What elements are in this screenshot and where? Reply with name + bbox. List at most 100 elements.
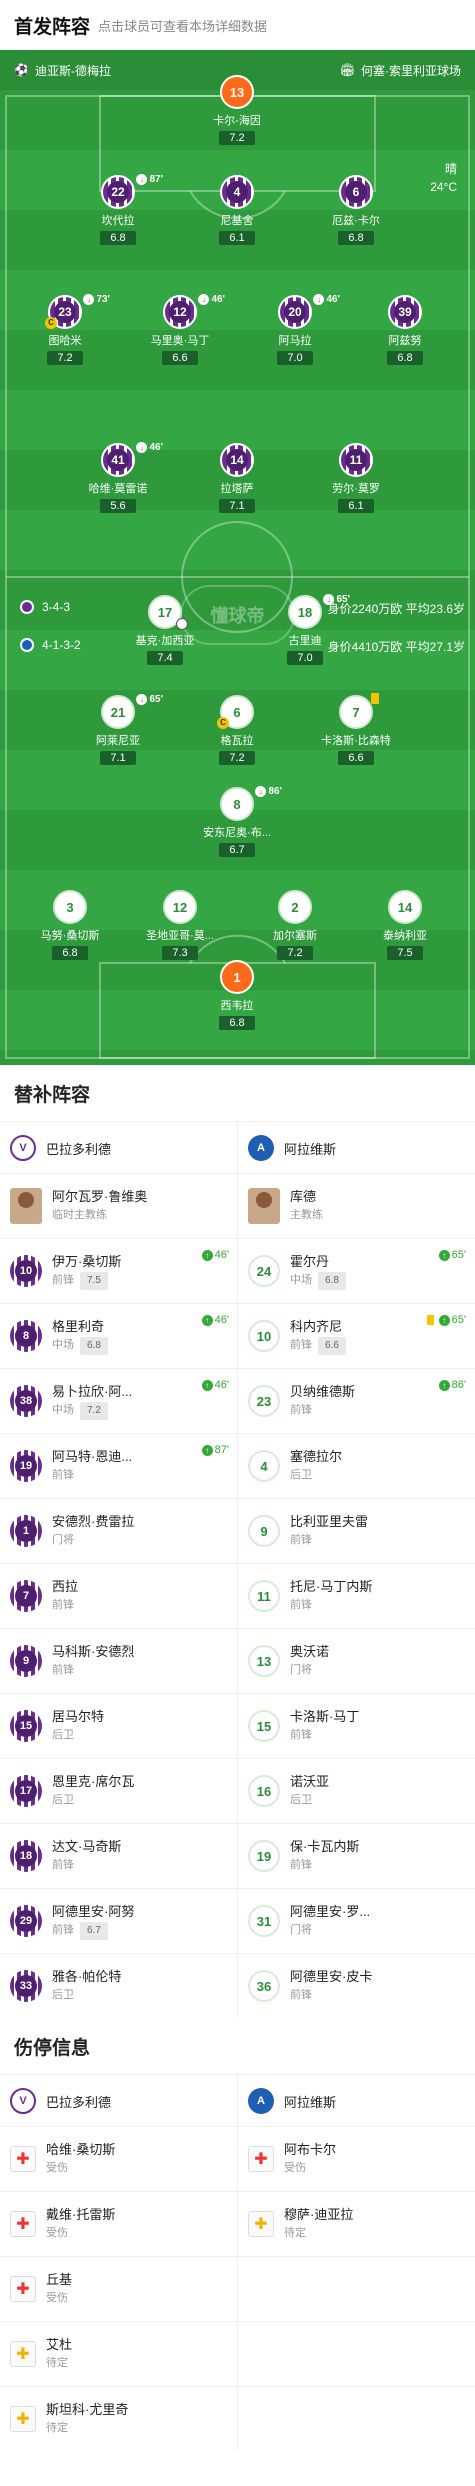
injured-player[interactable]: ✚ 丘基 受伤	[0, 2257, 237, 2321]
sub-player[interactable]: 19 保·卡瓦内斯 前锋	[237, 1824, 474, 1888]
player-name: 阿德里安·皮卡	[290, 1969, 373, 1984]
away-team-header[interactable]: A 阿拉维斯	[237, 1122, 474, 1174]
player-number: 1	[233, 969, 241, 985]
jersey-icon: 7	[339, 693, 379, 729]
player-number: 33	[15, 1975, 37, 1997]
injured-player[interactable]: ✚ 戴维·托雷斯 受伤	[0, 2192, 237, 2256]
jersey-icon: 19	[10, 1450, 42, 1482]
player-home[interactable]: 12 ↓ 46' 马里奥·马丁 6.6	[125, 294, 235, 366]
jersey-icon: 38	[10, 1385, 42, 1417]
jersey-icon: 2	[278, 890, 312, 924]
sub-player[interactable]: 10 伊万·桑切斯 前锋 7.5 ↑ 46'	[0, 1239, 237, 1303]
player-name: 哈维·莫雷诺	[88, 483, 148, 495]
sub-player[interactable]: 1 安德烈·费雷拉 门将	[0, 1499, 237, 1563]
player-away[interactable]: 18 ↓ 65' 古里迪 7.0	[250, 594, 360, 666]
sub-player[interactable]: 18 达文·马奇斯 前锋	[0, 1824, 237, 1888]
sub-off-icon: ↓	[255, 786, 267, 797]
sub-player[interactable]: 9 比利亚里夫雷 前锋	[237, 1499, 474, 1563]
player-home[interactable]: 39 阿兹努 6.8	[350, 295, 460, 366]
valladolid-badge-icon: V	[10, 1135, 36, 1161]
player-away[interactable]: 2 加尔塞斯 7.2	[240, 890, 350, 961]
player-away[interactable]: 6 C 格瓦拉 7.2	[182, 695, 292, 766]
sub-player[interactable]: 15 居马尔特 后卫	[0, 1694, 237, 1758]
sub-player[interactable]: 33 雅各·帕伦特 后卫	[0, 1954, 237, 2018]
player-away[interactable]: 17 基克·加西亚 7.4	[110, 595, 220, 666]
injured-player[interactable]: ✚ 艾杜 待定	[0, 2322, 237, 2386]
sub-player[interactable]: 36 阿德里安·皮卡 前锋	[237, 1954, 474, 2018]
sub-player[interactable]: 11 托尼·马丁内斯 前锋	[237, 1564, 474, 1628]
player-name: 马科斯·安德烈	[52, 1644, 135, 1659]
sub-player[interactable]: 10 科内齐尼 前锋 6.6 ↑ 65'	[237, 1304, 474, 1368]
sub-player[interactable]: 13 奥沃诺 门将	[237, 1629, 474, 1693]
player-position: 门将	[52, 1534, 74, 1546]
player-name: 马里奥·马丁	[150, 335, 210, 347]
jersey-icon: 9	[10, 1645, 42, 1677]
jersey-icon: 11	[248, 1580, 280, 1612]
injury-cross-icon: ✚	[10, 2211, 36, 2237]
sub-player-info: 托尼·马丁内斯 前锋	[290, 1578, 372, 1614]
injury-cross-icon: ✚	[248, 2146, 274, 2172]
injured-player[interactable]: ✚ 哈维·桑切斯 受伤	[0, 2127, 237, 2191]
sub-player[interactable]: 16 诺沃亚 后卫	[237, 1759, 474, 1823]
player-home[interactable]: 11 劳尔·莫罗 6.1	[301, 443, 411, 514]
player-home[interactable]: 4 尼基舍 6.1	[182, 175, 292, 246]
alaves-badge-icon: A	[248, 1135, 274, 1161]
sub-on-icon: ↑	[201, 1314, 213, 1326]
sub-player[interactable]: 23 贝纳维德斯 前锋 ↑ 86'	[237, 1369, 474, 1433]
sub-player[interactable]: 4 塞德拉尔 后卫	[237, 1434, 474, 1498]
subs-row: 33 雅各·帕伦特 后卫 36 阿德里安·皮卡 前锋	[0, 1953, 475, 2018]
player-home[interactable]: 41 ↓ 46' 哈维·莫雷诺 5.6	[63, 442, 173, 514]
away-team-header[interactable]: A 阿拉维斯	[237, 2075, 474, 2127]
player-home[interactable]: 23 ↓ 73' C 图哈米 7.2	[10, 294, 120, 366]
yellow-card-icon	[371, 693, 379, 704]
player-position: 后卫	[52, 1794, 74, 1806]
away-coach[interactable]: 库德 主教练	[237, 1174, 474, 1238]
sub-player-info: 诺沃亚 后卫	[290, 1773, 329, 1809]
player-name: 保·卡瓦内斯	[290, 1839, 360, 1854]
player-number: 8	[15, 1325, 37, 1347]
player-away[interactable]: 1 西韦拉 6.8	[182, 960, 292, 1031]
player-position: 中场 6.8	[52, 1336, 108, 1355]
lineup-title: 首发阵容	[14, 16, 91, 38]
injured-player[interactable]: ✚ 斯坦科·尤里奇 待定	[0, 2387, 237, 2451]
player-position: 后卫	[52, 1989, 74, 2001]
sub-minute: 73'	[96, 294, 110, 305]
home-coach-label: ⚽ 迪亚斯-德梅拉	[14, 63, 111, 78]
player-away[interactable]: 14 泰纳利亚 7.5	[350, 890, 460, 961]
player-home[interactable]: 14 拉塔萨 7.1	[182, 443, 292, 514]
player-away[interactable]: 3 马努·桑切斯 6.8	[15, 890, 125, 961]
player-home[interactable]: 6 厄兹·卡尔 6.8	[301, 175, 411, 246]
sub-player[interactable]: 7 西拉 前锋	[0, 1564, 237, 1628]
jersey-icon: 18 ↓ 65'	[288, 594, 350, 629]
player-home[interactable]: 22 ↓ 87' 坎代拉 6.8	[63, 174, 173, 246]
sub-player[interactable]: 19 阿马特·恩迪... 前锋 ↑ 87'	[0, 1434, 237, 1498]
injured-player[interactable]: ✚ 穆萨·迪亚拉 待定	[237, 2192, 474, 2256]
player-home[interactable]: 13 卡尔-海因 7.2	[182, 75, 292, 146]
player-away[interactable]: 12 圣地亚哥·莫... 7.3	[125, 890, 235, 961]
player-away[interactable]: 7 卡洛斯·比森特 6.6	[301, 693, 411, 766]
sub-player[interactable]: 17 恩里克·席尔瓦 后卫	[0, 1759, 237, 1823]
sub-player[interactable]: 9 马科斯·安德烈 前锋	[0, 1629, 237, 1693]
sub-player[interactable]: 8 格里利奇 中场 6.8 ↑ 46'	[0, 1304, 237, 1368]
sub-player[interactable]: 31 阿德里安·罗... 门将	[237, 1889, 474, 1953]
player-home[interactable]: 20 ↓ 46' 阿马拉 7.0	[240, 294, 350, 366]
sub-player-info: 格里利奇 中场 6.8	[52, 1318, 108, 1355]
home-team-header[interactable]: V 巴拉多利德	[0, 2075, 237, 2127]
jersey-icon: 22 ↓ 87'	[101, 174, 163, 209]
sub-player[interactable]: 29 阿德里安·阿努 前锋 6.7	[0, 1889, 237, 1953]
player-away[interactable]: 21 ↓ 65' 阿莱尼亚 7.1	[63, 694, 173, 766]
player-position: 前锋	[52, 1664, 74, 1676]
sub-player-info: 科内齐尼 前锋 6.6	[290, 1318, 346, 1355]
player-name: 戴维·托雷斯	[46, 2207, 116, 2222]
player-away[interactable]: 8 ↓ 86' 安东尼奥·布... 6.7	[182, 786, 292, 858]
sub-player[interactable]: 38 易卜拉欣·阿... 中场 7.2 ↑ 46'	[0, 1369, 237, 1433]
temperature: 24°C	[430, 180, 457, 194]
sub-player[interactable]: 24 霍尔丹 中场 6.8 ↑ 65'	[237, 1239, 474, 1303]
sub-player[interactable]: 15 卡洛斯·马丁 前锋	[237, 1694, 474, 1758]
sub-minute: 46'	[214, 1249, 229, 1261]
injured-player[interactable]: ✚ 阿布卡尔 受伤	[237, 2127, 474, 2191]
sub-minute: 46'	[211, 294, 225, 305]
home-coach[interactable]: 阿尔瓦罗·鲁维奥 临时主教练	[0, 1174, 237, 1238]
player-rating: 6.6	[338, 751, 374, 765]
home-team-header[interactable]: V 巴拉多利德	[0, 1122, 237, 1174]
